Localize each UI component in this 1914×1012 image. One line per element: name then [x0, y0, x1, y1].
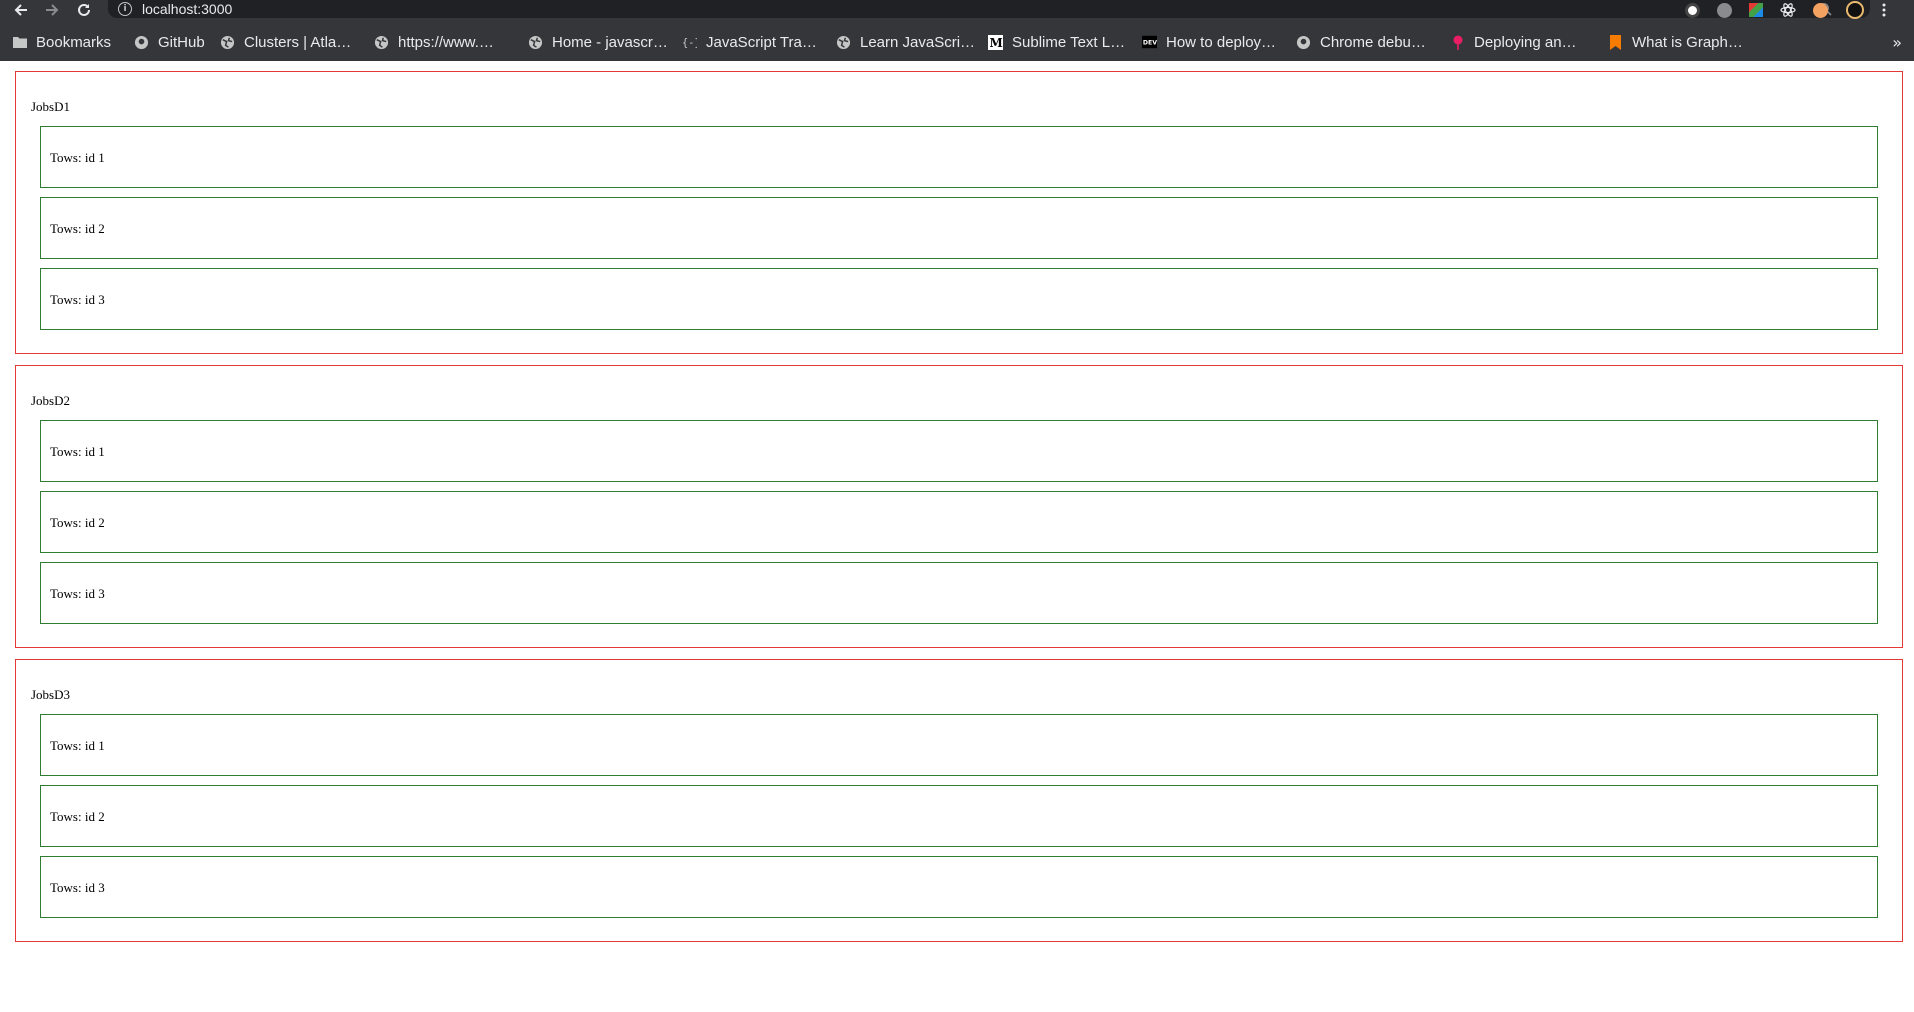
bookmark-item[interactable]: What is Graph… — [1608, 29, 1743, 55]
profile-avatar[interactable] — [1836, 0, 1874, 20]
tow-label: Tows: id 3 — [50, 586, 105, 601]
bookmark-item[interactable]: Bookmarks — [12, 29, 111, 55]
jobs-title: JobsD1 — [31, 99, 71, 114]
pin-icon — [1450, 35, 1465, 50]
reload-button[interactable] — [73, 0, 95, 20]
folder-icon — [12, 35, 27, 50]
extension-react-icon[interactable] — [1772, 0, 1804, 20]
bookmark-label: Clusters | Atla… — [244, 33, 352, 51]
tow-label: Tows: id 2 — [50, 515, 105, 530]
tow-item: Tows: id 1 — [40, 126, 1878, 188]
arrow-right-icon — [46, 4, 59, 16]
bookmark-label: Bookmarks — [36, 33, 112, 51]
tow-item: Tows: id 3 — [40, 856, 1878, 918]
reload-icon — [78, 3, 90, 16]
jobs-title: JobsD2 — [31, 393, 71, 408]
bookmark-label: Chrome debu… — [1320, 33, 1426, 51]
jobs-section: JobsD3 Tows: id 1 Tows: id 2 Tows: id 3 — [15, 659, 1903, 942]
tow-label: Tows: id 3 — [50, 880, 105, 895]
bookmark-item[interactable]: GitHub — [134, 29, 205, 55]
tow-item: Tows: id 1 — [40, 420, 1878, 482]
jobs-section: JobsD1 Tows: id 1 Tows: id 2 Tows: id 3 — [15, 71, 1903, 354]
globe-icon — [528, 35, 543, 50]
bookmarks-bar: » Bookmarks GitHub Clusters | Atla… https:/… — [0, 29, 1914, 55]
bookmark-label: JavaScript Tra… — [706, 33, 817, 51]
address-bar[interactable]: i localhost:3000 — [108, 0, 1870, 18]
bookmark-item[interactable]: https://www.… — [374, 29, 494, 55]
bookmark-label: GitHub — [158, 33, 205, 51]
bookmark-item[interactable]: Deploying an… — [1450, 29, 1577, 55]
bookmark-item[interactable]: {-} JavaScript Tra… — [682, 29, 817, 55]
bookmark-label: What is Graph… — [1632, 33, 1743, 51]
tow-item: Tows: id 2 — [40, 197, 1878, 259]
tow-label: Tows: id 1 — [50, 150, 105, 165]
bookmark-item[interactable]: Home - javascr… — [528, 29, 668, 55]
arrow-left-icon — [14, 4, 27, 16]
bookmark-label: How to deploy… — [1166, 33, 1277, 51]
tow-label: Tows: id 1 — [50, 738, 105, 753]
braces-icon: {-} — [682, 35, 697, 50]
extension-color-icon[interactable] — [1740, 0, 1772, 20]
tow-label: Tows: id 2 — [50, 221, 105, 236]
browser-toolbar: i localhost:3000 — [0, 0, 1914, 20]
jobs-title: JobsD3 — [31, 687, 71, 702]
menu-kebab-icon[interactable] — [1874, 0, 1894, 20]
tow-item: Tows: id 2 — [40, 491, 1878, 553]
tow-item: Tows: id 3 — [40, 268, 1878, 330]
extension-privacy-icon[interactable] — [1676, 0, 1708, 20]
bookmarks-overflow-button[interactable]: » — [1892, 29, 1902, 55]
github-icon — [1296, 35, 1311, 50]
bookmark-item[interactable]: Chrome debu… — [1296, 29, 1426, 55]
forward-button[interactable] — [41, 0, 63, 20]
svg-text:DEV: DEV — [1143, 40, 1157, 47]
bookmark-label: Home - javascr… — [552, 33, 668, 51]
bookmark-icon — [1608, 34, 1623, 50]
extension-owl-icon[interactable] — [1804, 0, 1836, 20]
globe-icon — [836, 35, 851, 50]
extension-grammarly-icon[interactable] — [1708, 0, 1740, 20]
github-icon — [134, 35, 149, 50]
address-url[interactable]: localhost:3000 — [142, 1, 232, 17]
globe-icon — [220, 35, 235, 50]
bookmark-label: https://www.… — [398, 33, 494, 51]
tow-label: Tows: id 1 — [50, 444, 105, 459]
extensions-area — [1676, 0, 1894, 20]
svg-text:M: M — [990, 36, 1003, 50]
tow-label: Tows: id 3 — [50, 292, 105, 307]
tow-item: Tows: id 3 — [40, 562, 1878, 624]
jobs-section: JobsD2 Tows: id 1 Tows: id 2 Tows: id 3 — [15, 365, 1903, 648]
bookmark-item[interactable]: DEV How to deploy… — [1142, 29, 1276, 55]
svg-text:{-}: {-} — [682, 37, 697, 49]
tow-item: Tows: id 1 — [40, 714, 1878, 776]
back-button[interactable] — [10, 0, 32, 20]
bookmark-label: Deploying an… — [1474, 33, 1577, 51]
bookmark-label: Learn JavaScri… — [860, 33, 976, 51]
info-icon[interactable]: i — [118, 2, 132, 16]
medium-icon: M — [988, 34, 1003, 50]
browser-chrome: i localhost:3000 » Bookmarks GitHub Clus… — [0, 0, 1914, 61]
bookmark-label: Sublime Text L… — [1012, 33, 1126, 51]
dev-icon: DEV — [1142, 35, 1157, 50]
bookmark-item[interactable]: Clusters | Atla… — [220, 29, 351, 55]
tow-label: Tows: id 2 — [50, 809, 105, 824]
bookmark-item[interactable]: Learn JavaScri… — [836, 29, 975, 55]
globe-icon — [374, 35, 389, 50]
page-content: JobsD1 Tows: id 1 Tows: id 2 Tows: id 3 Jobs… — [0, 61, 1914, 1012]
bookmark-item[interactable]: M Sublime Text L… — [988, 29, 1125, 55]
tow-item: Tows: id 2 — [40, 785, 1878, 847]
